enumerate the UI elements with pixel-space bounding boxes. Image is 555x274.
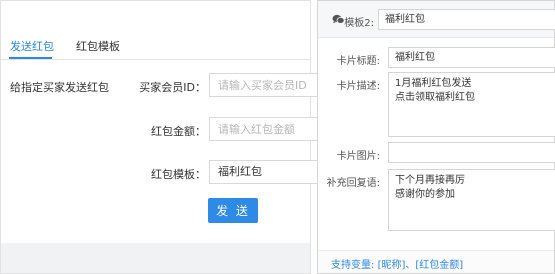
send-button[interactable]: 发 送 [208,198,258,223]
card-desc-textarea[interactable]: 1月福利红包发送 点击领取福利红包 [388,72,555,137]
template-label: 红包模板： [151,168,206,181]
tab-bar: 发送红包 红包模板 [1,1,310,60]
buyer-id-input[interactable] [209,73,319,97]
template-header: 模板2: 福利红包 [318,1,555,38]
extra-reply-line: 感谢你的参加 [395,189,455,200]
variable-separator: 、 [405,260,416,271]
card-desc-line: 1月福利红包发送 [395,78,472,89]
footer-bar [1,243,310,273]
variables-footer: 支持变量: [昵称]、[红包金额] [318,250,554,273]
tab-send-red-packet[interactable]: 发送红包 [10,38,54,54]
supported-variables: 支持变量: [昵称]、[红包金额] [331,256,463,271]
card-title-label: 卡片标题: [336,56,380,67]
card-image-input[interactable] [388,142,555,163]
variables-prefix: 支持变量: [331,260,378,271]
template-edit-panel: 模板2: 福利红包 卡片标题: 福利红包 卡片描述: 1月福利红包发送 点击领取… [317,0,555,274]
card-image-label: 卡片图片: [336,151,380,162]
extra-reply-line: 下个月再接再厉 [395,175,465,186]
card-title-input[interactable]: 福利红包 [388,47,555,68]
variable-nickname[interactable]: [昵称] [378,260,406,271]
card-desc-label: 卡片描述: [336,81,380,92]
buyer-id-label: 买家会员ID： [139,81,206,94]
card-desc-line: 点击领取福利红包 [395,92,475,103]
extra-reply-textarea[interactable]: 下个月再接再厉 感谢你的参加 [388,169,555,231]
amount-label: 红包金额： [151,125,206,138]
variable-amount[interactable]: [红包金额] [415,260,463,271]
send-red-packet-panel: 发送红包 红包模板 给指定买家发送红包 买家会员ID： 红包金额： 红包模板： … [0,0,319,274]
template-select[interactable]: 福利红包 [209,160,319,184]
template-label: 模板2: [344,18,374,29]
amount-input[interactable] [209,117,319,141]
template-name-input[interactable]: 福利红包 [378,9,555,30]
active-tab-indicator [9,57,52,59]
panel-description: 给指定买家发送红包 [10,81,109,94]
extra-reply-label: 补充回复语: [326,178,380,189]
tab-red-packet-template[interactable]: 红包模板 [76,38,120,54]
